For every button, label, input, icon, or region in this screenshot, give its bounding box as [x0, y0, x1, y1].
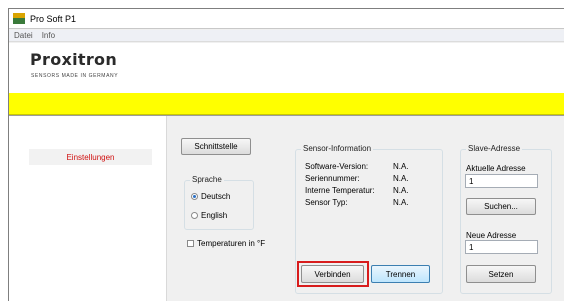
sprache-group-title: Sprache: [190, 175, 224, 184]
seriennummer-label: Seriennummer:: [305, 174, 360, 183]
sensor-typ-label: Sensor Typ:: [305, 198, 348, 207]
interne-temperatur-value: N.A.: [393, 186, 409, 195]
window-title: Pro Soft P1: [30, 13, 77, 24]
radio-deutsch-label: Deutsch: [201, 192, 231, 201]
menu-bar: Datei Info: [9, 30, 564, 42]
suchen-button[interactable]: Suchen...: [466, 198, 536, 215]
neue-adresse-field[interactable]: 1: [465, 240, 538, 254]
verbinden-button[interactable]: Verbinden: [301, 265, 364, 283]
slave-adresse-title: Slave-Adresse: [466, 144, 523, 153]
sensor-info-row: Sensor Typ: N.A.: [305, 198, 425, 208]
radio-button-icon[interactable]: [191, 193, 198, 200]
logo-tagline: SENSORS MADE IN GERMANY: [31, 73, 119, 79]
menu-datei[interactable]: Datei: [14, 31, 33, 40]
software-version-label: Software-Version:: [305, 162, 369, 171]
sensor-info-row: Software-Version: N.A.: [305, 162, 425, 172]
temperature-fahrenheit-checkbox[interactable]: Temperaturen in °F: [187, 239, 265, 248]
nav-item-einstellungen[interactable]: Einstellungen: [29, 149, 152, 165]
sensor-information-title: Sensor-Information: [301, 144, 374, 153]
sensor-info-row: Seriennummer: N.A.: [305, 174, 425, 184]
radio-button-icon[interactable]: [191, 212, 198, 219]
radio-english[interactable]: English: [191, 211, 227, 220]
aktuelle-adresse-field[interactable]: 1: [465, 174, 538, 188]
checkbox-icon[interactable]: [187, 240, 194, 247]
proxitron-logo: Proxitron: [30, 50, 118, 69]
navigation-panel: Einstellungen: [9, 116, 167, 301]
neue-adresse-label: Neue Adresse: [466, 231, 517, 240]
sensor-info-row: Interne Temperatur: N.A.: [305, 186, 425, 196]
trennen-button[interactable]: Trennen: [371, 265, 430, 283]
temperature-checkbox-label: Temperaturen in °F: [197, 239, 266, 248]
software-version-value: N.A.: [393, 162, 409, 171]
aktuelle-adresse-label: Aktuelle Adresse: [466, 164, 526, 173]
logo-area: Proxitron SENSORS MADE IN GERMANY: [9, 43, 564, 93]
radio-english-label: English: [201, 211, 228, 220]
radio-deutsch[interactable]: Deutsch: [191, 192, 230, 201]
menu-info[interactable]: Info: [42, 31, 55, 40]
app-icon: [13, 13, 25, 24]
interne-temperatur-label: Interne Temperatur:: [305, 186, 375, 195]
yellow-banner: [9, 93, 564, 115]
title-bar: Pro Soft P1: [9, 9, 564, 29]
setzen-button[interactable]: Setzen: [466, 265, 536, 283]
app-window: Pro Soft P1 Datei Info Proxitron SENSORS…: [8, 8, 564, 301]
main-content: Einstellungen Schnittstelle Sprache Deut…: [9, 115, 564, 301]
sprache-group: Sprache: [184, 175, 254, 230]
seriennummer-value: N.A.: [393, 174, 409, 183]
schnittstelle-button[interactable]: Schnittstelle: [181, 138, 251, 155]
sensor-typ-value: N.A.: [393, 198, 409, 207]
